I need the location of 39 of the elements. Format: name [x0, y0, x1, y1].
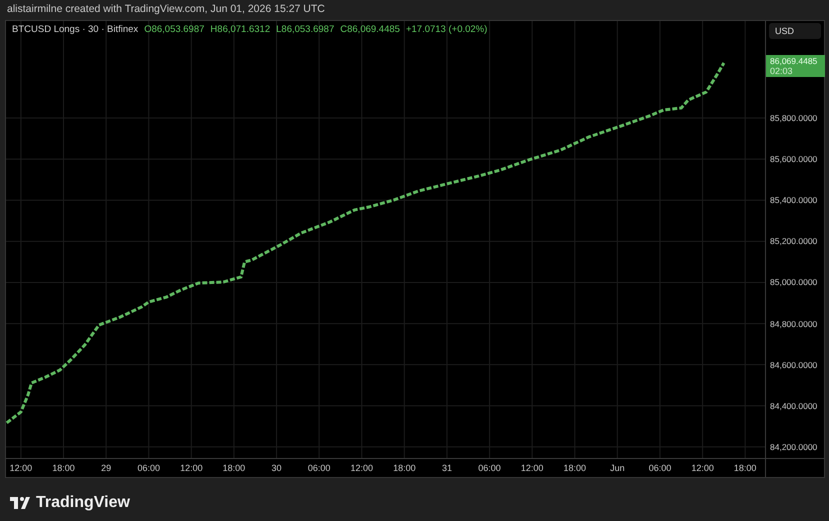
- price-tick-label: 84,400.0000: [770, 400, 818, 412]
- time-tick-label: 31: [442, 463, 452, 474]
- time-tick-label: 18:00: [564, 463, 586, 474]
- chart-caption: alistairmilne created with TradingView.com, Jun 01, 2026 15:27 UTC: [7, 2, 325, 18]
- time-tick-label: 12:00: [180, 463, 203, 474]
- price-tick-label: 84,200.0000: [770, 440, 818, 453]
- brand-name: TradingView: [36, 493, 130, 513]
- time-tick-label: 12:00: [520, 463, 544, 474]
- time-tick-label: 30: [272, 463, 282, 474]
- price-tick-label: 85,600.0000: [770, 153, 818, 166]
- ohlc-value: O86,053.6987: [144, 23, 204, 37]
- symbol-label: BTCUSD Longs · 30 · Bitfinex: [12, 23, 138, 37]
- time-tick-label: 12:00: [350, 463, 373, 474]
- last-price-label: 86,069.4485: [770, 56, 818, 66]
- ohlc-value: C86,069.4485: [340, 23, 400, 37]
- time-tick-label: 18:00: [222, 463, 246, 474]
- time-tick-label: 12:00: [691, 463, 714, 474]
- time-tick-label: 18:00: [393, 463, 416, 474]
- ohlc-value: +17.0713 (+0.02%): [406, 23, 488, 37]
- ohlc-value: L86,053.6987: [276, 23, 334, 37]
- time-tick-label: 06:00: [308, 463, 330, 474]
- price-tick-label: 85,000.0000: [770, 276, 818, 288]
- price-tick-label: 85,800.0000: [770, 112, 818, 124]
- price-tick-label: 84,800.0000: [770, 318, 818, 330]
- time-tick-label: Jun: [610, 463, 625, 474]
- price-tick-label: 85,200.0000: [770, 235, 818, 248]
- countdown-label: 02:03: [770, 66, 794, 76]
- price-tick-label: 84,600.0000: [770, 358, 818, 371]
- currency-button[interactable]: USD: [769, 23, 821, 39]
- time-tick-label: 06:00: [478, 463, 501, 474]
- logo-icon: [10, 497, 30, 509]
- time-tick-label: 18:00: [734, 463, 756, 474]
- time-tick-label: 06:00: [648, 463, 672, 474]
- time-tick-label: 06:00: [137, 463, 160, 474]
- time-tick-label: 12:00: [10, 463, 32, 474]
- price-tick-label: 85,400.0000: [770, 194, 818, 206]
- time-tick-label: 29: [101, 463, 112, 474]
- ohlc-value: H86,071.6312: [210, 23, 270, 37]
- time-tick-label: 18:00: [52, 463, 75, 474]
